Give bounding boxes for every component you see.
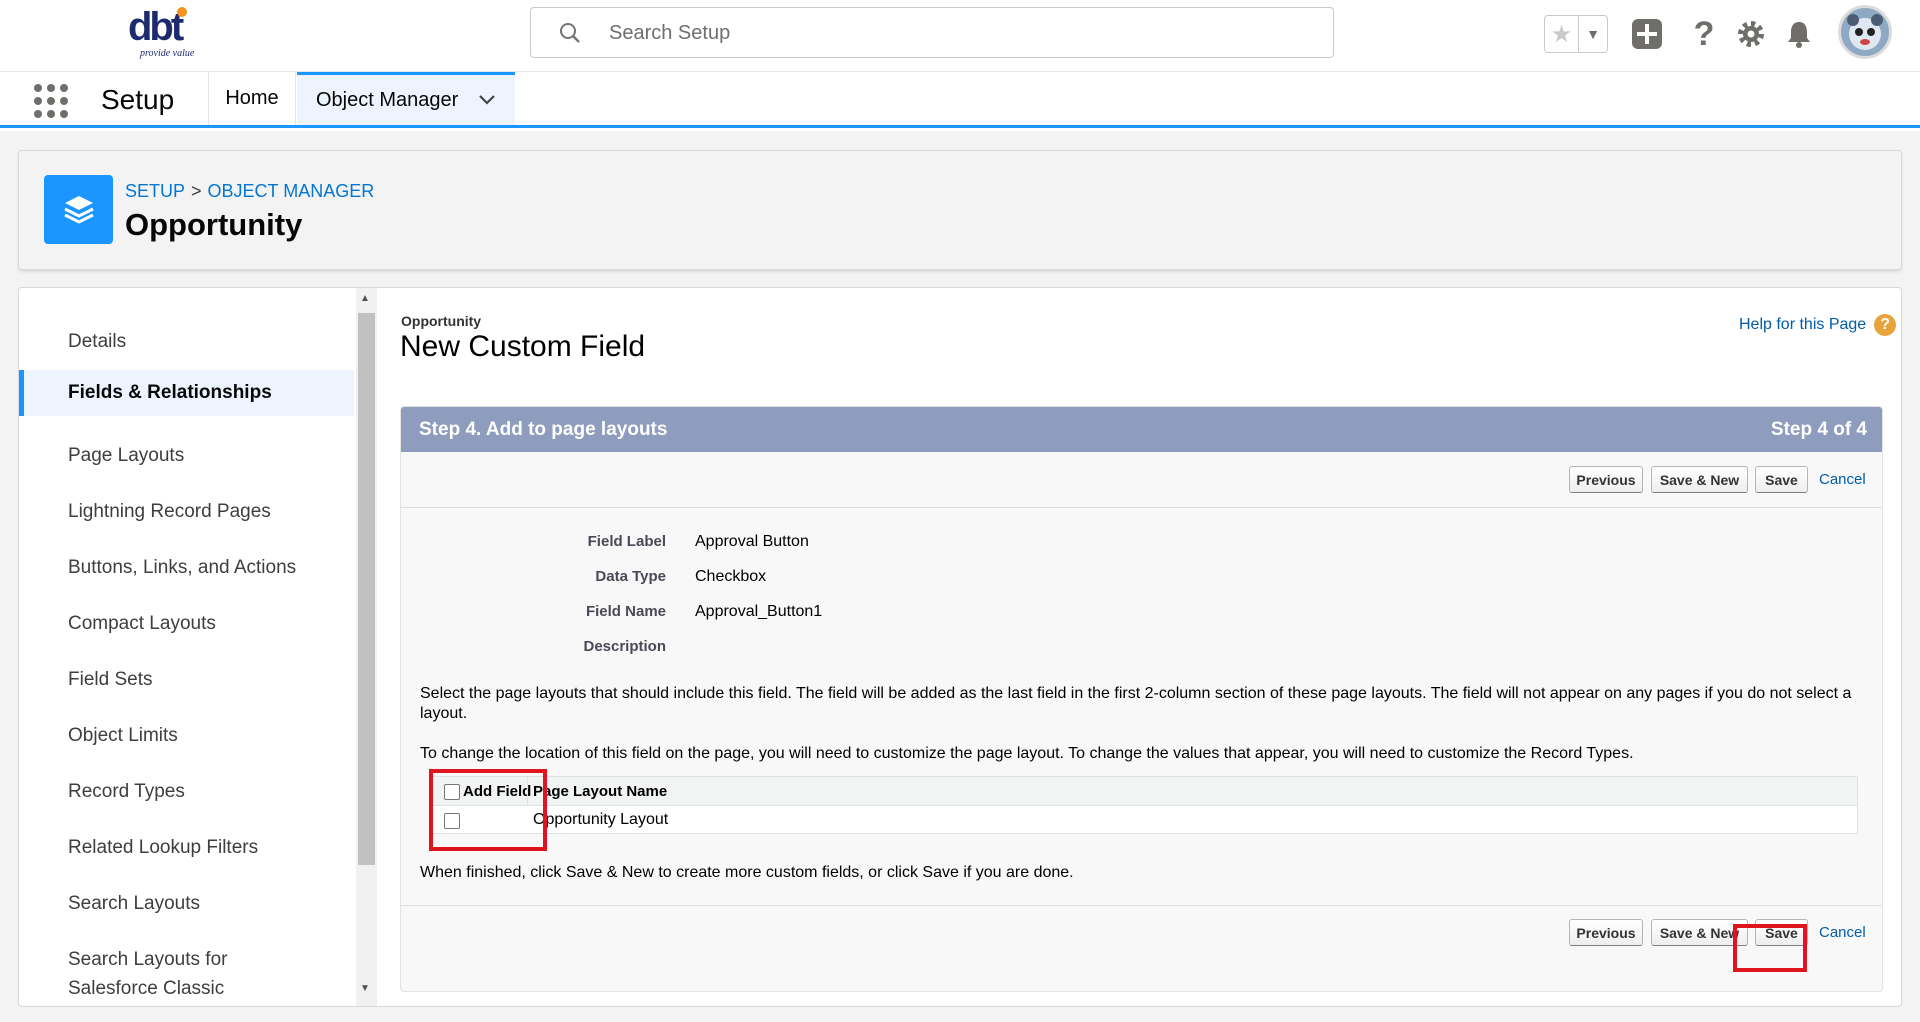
field-row-label: Field Label Approval Button [401,533,1801,553]
table-header: Add Field Page Layout Name [430,777,1857,806]
previous-button[interactable]: Previous [1569,919,1643,946]
content-area: Opportunity New Custom Field Help for th… [400,288,1902,1006]
svg-text:provide value: provide value [139,48,195,59]
data-type-value: Checkbox [695,568,767,585]
cancel-link[interactable]: Cancel [1819,471,1866,488]
app-name: Setup [101,84,175,115]
avatar[interactable] [1838,5,1892,59]
sidebar-item-lightning-record-pages[interactable]: Lightning Record Pages [19,497,354,526]
divider [401,507,1882,508]
scrollbar-thumb[interactable] [358,313,375,865]
layers-icon [44,175,113,244]
field-label-key: Field Label [587,533,666,550]
sidebar-item-compact-layouts[interactable]: Compact Layouts [19,609,354,638]
gear-icon[interactable] [1733,16,1769,52]
sidebar-item-buttons-links-actions[interactable]: Buttons, Links, and Actions [19,553,354,582]
content-title: New Custom Field [400,330,646,363]
data-type-key: Data Type [595,568,666,585]
previous-button[interactable]: Previous [1569,466,1643,493]
cancel-link[interactable]: Cancel [1819,924,1866,941]
tab-home-label: Home [225,87,279,109]
caret-down-icon[interactable]: ▼ [1579,16,1607,52]
description-key: Description [583,638,666,655]
object-label: Opportunity [401,313,482,329]
layout-table: Add Field Page Layout Name Opportunity L… [429,776,1858,834]
tab-object-manager[interactable]: Object Manager [297,72,515,125]
breadcrumb-object-manager[interactable]: OBJECT MANAGER [208,181,375,201]
sidebar-item-page-layouts[interactable]: Page Layouts [19,441,354,470]
sidebar-item-record-types[interactable]: Record Types [19,777,354,806]
scroll-up-icon[interactable]: ▲ [360,293,370,304]
help-icon[interactable]: ? [1686,15,1722,53]
company-logo[interactable]: dbt provide value [128,4,208,64]
breadcrumb-setup[interactable]: SETUP [125,181,185,201]
main-container: Details Fields & Relationships Page Layo… [18,287,1902,1007]
star-icon[interactable]: ★ [1545,16,1579,52]
favorites-control[interactable]: ★ ▼ [1544,15,1608,53]
instructions-select: Select the page layouts that should incl… [420,685,1852,722]
search-box[interactable]: Search Setup [530,7,1334,58]
highlight-add-field-column [429,769,547,851]
bottom-button-row: Previous Save & New Save Cancel [401,906,1882,962]
scroll-down-icon[interactable]: ▼ [360,983,370,994]
plus-icon[interactable] [1629,16,1665,52]
tab-object-manager-label: Object Manager [316,88,459,111]
sidebar-item-details[interactable]: Details [19,327,354,356]
step-panel: Step 4. Add to page layouts Step 4 of 4 … [400,406,1883,992]
field-row-type: Data Type Checkbox [401,568,1801,588]
sidebar-item-fields-relationships[interactable]: Fields & Relationships [19,370,354,416]
step-title: Step 4. Add to page layouts [419,419,668,440]
tab-home[interactable]: Home [208,72,296,125]
sidebar-item-search-layouts[interactable]: Search Layouts [19,889,354,918]
search-input[interactable]: Search Setup [609,22,730,45]
app-nav-bar: Setup Home Object Manager [0,72,1920,128]
chevron-down-icon[interactable] [478,90,496,111]
object-header: SETUP > OBJECT MANAGER Opportunity [18,150,1902,270]
field-row-name: Field Name Approval_Button1 [401,603,1801,623]
step-header: Step 4. Add to page layouts Step 4 of 4 [401,407,1882,452]
highlight-save-button [1733,924,1807,972]
save-new-button[interactable]: Save & New [1651,466,1748,493]
top-button-row: Previous Save & New Save Cancel [401,452,1882,508]
field-row-description: Description [401,638,1801,658]
global-header: dbt provide value Search Setup ★ ▼ ? [0,0,1920,72]
sidebar-item-related-lookup-filters[interactable]: Related Lookup Filters [19,833,354,862]
question-icon[interactable]: ? [1874,314,1897,336]
app-launcher-icon[interactable] [34,84,68,118]
sidebar-item-object-limits[interactable]: Object Limits [19,721,354,750]
svg-text:dbt: dbt [128,5,184,49]
finish-note: When finished, click Save & New to creat… [420,864,1074,881]
help-link-label[interactable]: Help for this Page [1739,316,1866,334]
field-label-value: Approval Button [695,533,809,550]
field-name-key: Field Name [585,603,666,620]
col-page-layout-name: Page Layout Name [533,783,668,800]
breadcrumb: SETUP > OBJECT MANAGER [125,181,374,202]
sidebar: Details Fields & Relationships Page Layo… [19,288,355,1006]
table-row: Opportunity Layout [430,806,1857,834]
step-count: Step 4 of 4 [1770,419,1867,440]
field-name-value: Approval_Button1 [695,603,823,620]
sidebar-item-search-layouts-classic[interactable]: Search Layouts for Salesforce Classic [19,945,269,1003]
help-link[interactable]: Help for this Page ? [1739,314,1897,336]
instructions-location: To change the location of this field on … [420,745,1634,762]
bell-icon[interactable] [1781,16,1817,52]
sidebar-scrollbar[interactable]: ▲ ▼ [356,288,377,1006]
page-title: Opportunity [125,207,303,242]
sidebar-item-field-sets[interactable]: Field Sets [19,665,354,694]
breadcrumb-separator: > [191,181,202,201]
save-button[interactable]: Save [1755,466,1808,493]
search-icon [559,22,581,49]
layout-name: Opportunity Layout [533,811,669,828]
